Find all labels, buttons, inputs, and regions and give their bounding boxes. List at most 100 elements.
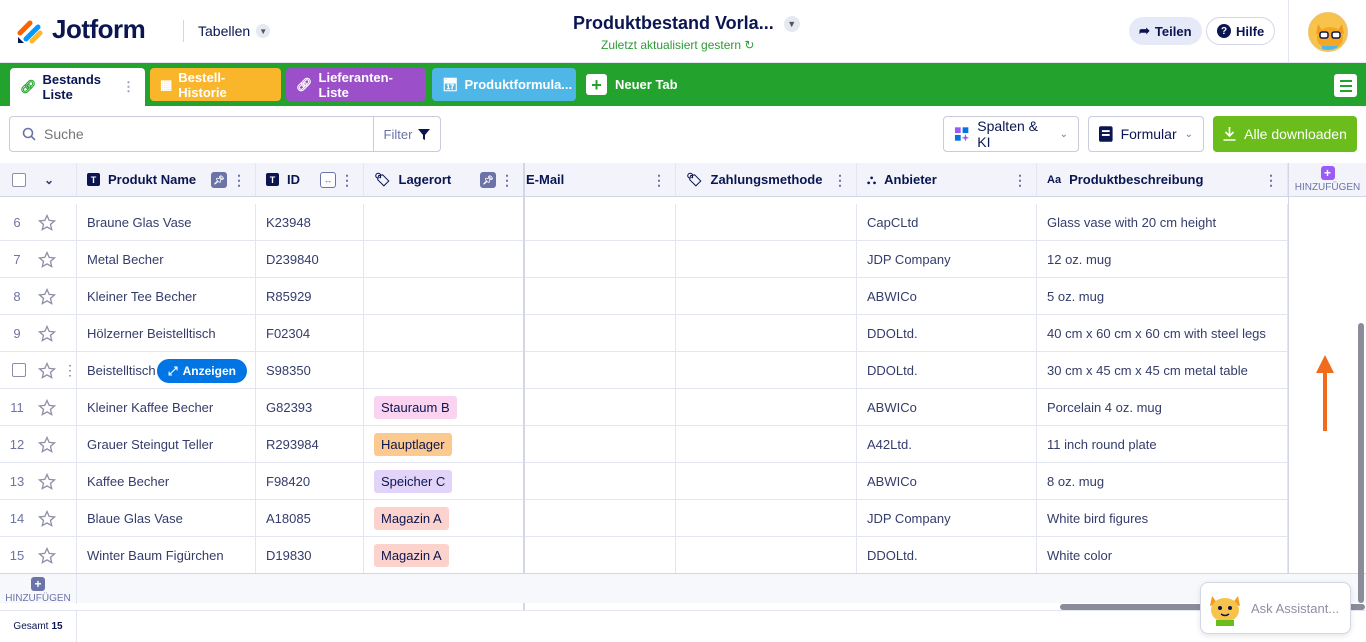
more-vertical-icon[interactable]: ⋮	[1013, 172, 1027, 189]
star-icon[interactable]	[37, 324, 57, 343]
cell-email[interactable]	[525, 352, 676, 389]
cell-produkt-name[interactable]: Metal Becher	[77, 241, 256, 278]
cell-id[interactable]: F02304	[256, 315, 364, 352]
cell-lagerort[interactable]	[364, 278, 524, 315]
star-icon[interactable]	[37, 213, 57, 232]
cell-produkt-name[interactable]: Kleiner Tee Becher	[77, 278, 256, 315]
table-row[interactable]: 6 Braune Glas Vase K23948 CapCLtd Glass vase…	[0, 204, 1288, 241]
cell-id[interactable]: A18085	[256, 500, 364, 537]
cell-id[interactable]: D239840	[256, 241, 364, 278]
page-title[interactable]: Produktbestand Vorla...	[573, 13, 774, 34]
cell-lagerort[interactable]	[364, 204, 524, 241]
cell-produkt-name[interactable]: Beistelltisch ⤢ Anzeigen	[77, 352, 256, 389]
cell-anbieter[interactable]: ABWICo	[857, 463, 1037, 500]
cell-email[interactable]	[525, 278, 676, 315]
cell-email[interactable]	[525, 204, 676, 241]
table-row[interactable]: 15 Winter Baum Figürchen D19830 Magazin A DD…	[0, 537, 1288, 574]
column-header-produktbeschreibung[interactable]: Aa Produktbeschreibung ⋮	[1037, 163, 1288, 197]
star-icon[interactable]	[37, 361, 57, 380]
table-row[interactable]: 14 Blaue Glas Vase A18085 Magazin A JDP Comp…	[0, 500, 1288, 537]
star-icon[interactable]	[37, 435, 57, 454]
tab-lieferanten-liste[interactable]: 🔗︎ Lieferanten-Liste	[286, 68, 426, 101]
avatar[interactable]	[1308, 12, 1348, 52]
more-vertical-icon[interactable]: ⋮	[652, 172, 666, 189]
cell-anbieter[interactable]: CapCLtd	[857, 204, 1037, 241]
star-icon[interactable]	[37, 546, 57, 565]
chevron-down-icon[interactable]: ⌄	[44, 173, 54, 187]
cell-produktbeschreibung[interactable]: White color	[1037, 537, 1288, 574]
menu-button[interactable]	[1334, 74, 1357, 97]
cell-produktbeschreibung[interactable]: 12 oz. mug	[1037, 241, 1288, 278]
cell-produkt-name[interactable]: Winter Baum Figürchen	[77, 537, 256, 574]
cell-id[interactable]: S98350	[256, 352, 364, 389]
cell-anbieter[interactable]: ABWICo	[857, 389, 1037, 426]
table-row[interactable]: ⋮ Beistelltisch ⤢ Anzeigen S98350 DDOLtd. 30 c…	[0, 352, 1288, 389]
cell-anbieter[interactable]: DDOLtd.	[857, 352, 1037, 389]
star-icon[interactable]	[37, 472, 57, 491]
cell-zahlungsmethode[interactable]	[676, 241, 857, 278]
more-vertical-icon[interactable]: ⋮	[340, 172, 354, 189]
cell-email[interactable]	[525, 241, 676, 278]
vertical-scrollbar[interactable]	[1358, 323, 1364, 603]
more-vertical-icon[interactable]: ⋮	[1264, 172, 1278, 189]
jotform-logo[interactable]: Jotform	[16, 14, 146, 45]
select-all-checkbox[interactable]	[12, 172, 26, 187]
table-row[interactable]: 13 Kaffee Becher F98420 Speicher C ABWICo 8 o…	[0, 463, 1288, 500]
cell-produktbeschreibung[interactable]: 8 oz. mug	[1037, 463, 1288, 500]
cell-produktbeschreibung[interactable]: Porcelain 4 oz. mug	[1037, 389, 1288, 426]
filter-button[interactable]: Filter	[373, 116, 441, 152]
cell-email[interactable]	[525, 426, 676, 463]
column-header-email[interactable]: E-Mail ⋮	[525, 163, 676, 197]
search-input[interactable]	[44, 126, 344, 142]
cell-produkt-name[interactable]: Blaue Glas Vase	[77, 500, 256, 537]
cell-zahlungsmethode[interactable]	[676, 500, 857, 537]
add-row-button[interactable]: + HINZUFÜGEN	[0, 574, 77, 604]
tab-bestands-liste[interactable]: 🔗︎ Bestands Liste ⋮	[10, 68, 145, 106]
share-button[interactable]: ➦ Teilen	[1129, 17, 1202, 45]
cell-zahlungsmethode[interactable]	[676, 389, 857, 426]
cell-zahlungsmethode[interactable]	[676, 352, 857, 389]
columns-ai-button[interactable]: Spalten & KI ⌄	[943, 116, 1079, 152]
cell-anbieter[interactable]: ABWICo	[857, 278, 1037, 315]
cell-zahlungsmethode[interactable]	[676, 315, 857, 352]
cell-anbieter[interactable]: DDOLtd.	[857, 315, 1037, 352]
cell-produktbeschreibung[interactable]: Glass vase with 20 cm height	[1037, 204, 1288, 241]
cell-lagerort[interactable]	[364, 352, 524, 389]
star-icon[interactable]	[37, 287, 57, 306]
cell-zahlungsmethode[interactable]	[676, 426, 857, 463]
cell-lagerort[interactable]	[364, 315, 524, 352]
tab-produktformular[interactable]: 📅︎ Produktformula...	[432, 68, 576, 101]
assistant-launcher[interactable]: Ask Assistant...	[1200, 582, 1351, 634]
chevron-down-icon[interactable]: ▼	[783, 15, 800, 32]
pin-icon[interactable]: 📌︎	[480, 172, 496, 188]
column-header-lagerort[interactable]: 🏷︎ Lagerort 📌︎ ⋮	[364, 163, 524, 197]
expand-row-button[interactable]: ⤢ Anzeigen	[157, 359, 247, 383]
cell-email[interactable]	[525, 537, 676, 574]
form-button[interactable]: Formular ⌄	[1088, 116, 1204, 152]
table-row[interactable]: 7 Metal Becher D239840 JDP Company 12 oz. mu…	[0, 241, 1288, 278]
table-row[interactable]: 8 Kleiner Tee Becher R85929 ABWICo 5 oz. mug	[0, 278, 1288, 315]
cell-lagerort[interactable]: Magazin A	[364, 537, 524, 574]
cell-lagerort[interactable]	[364, 241, 524, 278]
cell-anbieter[interactable]: JDP Company	[857, 500, 1037, 537]
cell-zahlungsmethode[interactable]	[676, 278, 857, 315]
cell-produktbeschreibung[interactable]: White bird figures	[1037, 500, 1288, 537]
column-header-produkt-name[interactable]: T Produkt Name 📌︎ ⋮	[77, 163, 256, 197]
cell-produktbeschreibung[interactable]: 5 oz. mug	[1037, 278, 1288, 315]
cell-id[interactable]: R85929	[256, 278, 364, 315]
more-vertical-icon[interactable]: ⋮	[500, 172, 514, 189]
star-icon[interactable]	[37, 250, 57, 269]
tab-bestell-historie[interactable]: ▦ Bestell-Historie	[150, 68, 281, 101]
more-vertical-icon[interactable]: ⋮	[833, 172, 847, 189]
column-header-anbieter[interactable]: ⛬ Anbieter ⋮	[857, 163, 1037, 197]
new-tab-button[interactable]: + Neuer Tab	[586, 74, 678, 95]
cell-produktbeschreibung[interactable]: 40 cm x 60 cm x 60 cm with steel legs	[1037, 315, 1288, 352]
cell-lagerort[interactable]: Magazin A	[364, 500, 524, 537]
cell-produkt-name[interactable]: Grauer Steingut Teller	[77, 426, 256, 463]
star-icon[interactable]	[37, 398, 57, 417]
cell-lagerort[interactable]: Stauraum B	[364, 389, 524, 426]
cell-anbieter[interactable]: A42Ltd.	[857, 426, 1037, 463]
cell-anbieter[interactable]: JDP Company	[857, 241, 1037, 278]
cell-lagerort[interactable]: Hauptlager	[364, 426, 524, 463]
row-checkbox[interactable]	[12, 363, 26, 377]
